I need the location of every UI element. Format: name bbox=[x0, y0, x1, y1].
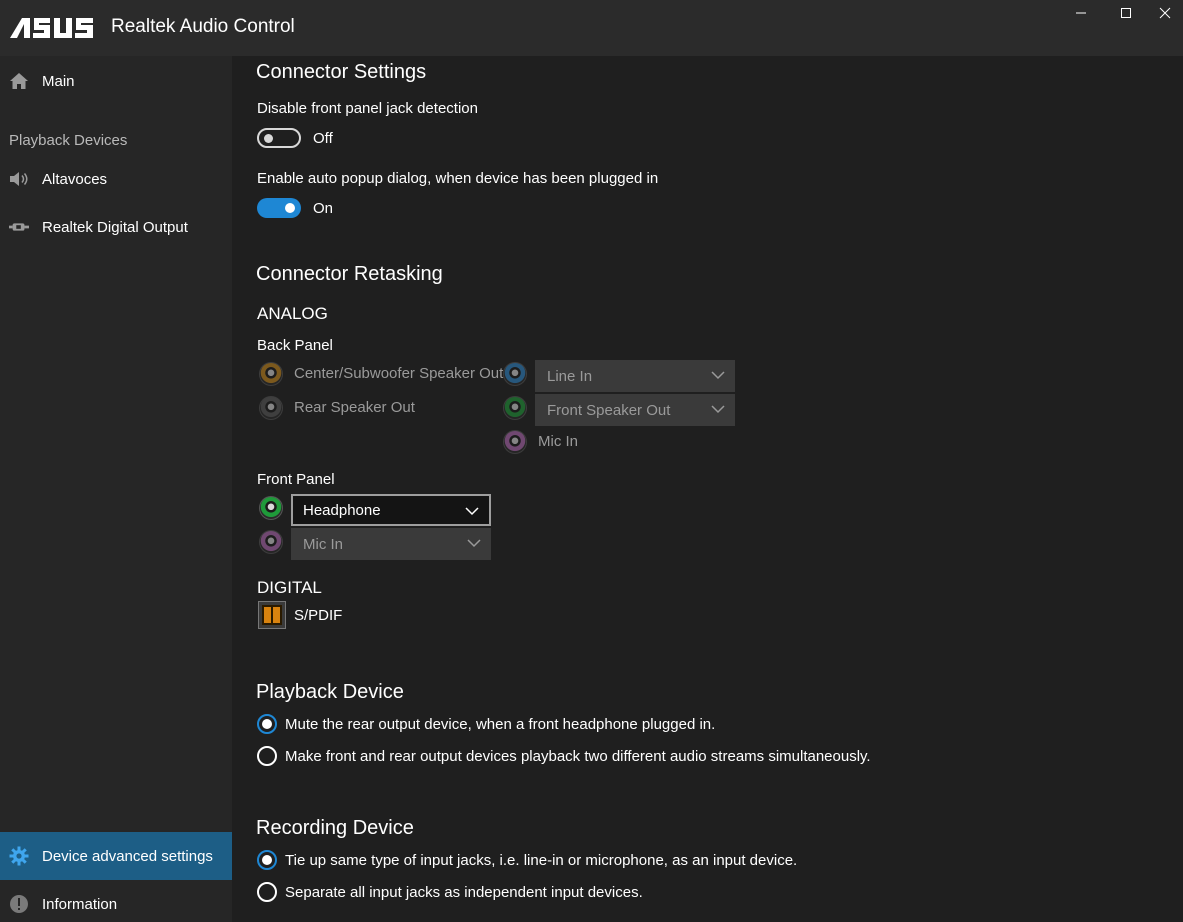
connector-retasking-title: Connector Retasking bbox=[256, 263, 443, 285]
sidebar-item-label: Main bbox=[42, 72, 75, 90]
digital-heading: DIGITAL bbox=[257, 578, 322, 597]
maximize-button[interactable] bbox=[1101, 0, 1151, 26]
separate-inputs-radio[interactable] bbox=[257, 882, 277, 902]
close-button[interactable] bbox=[1146, 0, 1183, 26]
asus-logo bbox=[10, 18, 93, 38]
front-speaker-out-select[interactable]: Front Speaker Out bbox=[535, 394, 735, 426]
front-jack-detection-toggle[interactable] bbox=[257, 128, 301, 148]
jack-mic-in-label: Mic In bbox=[538, 433, 579, 450]
sidebar-item-main[interactable]: Main bbox=[0, 57, 232, 105]
minimize-icon bbox=[1076, 12, 1086, 14]
separate-inputs-label: Separate all input jacks as independent … bbox=[285, 884, 643, 901]
front-jack-detection-label: Disable front panel jack detection bbox=[257, 100, 478, 117]
close-icon bbox=[1159, 7, 1170, 19]
speaker-icon bbox=[9, 169, 29, 189]
maximize-icon bbox=[1121, 8, 1131, 18]
sidebar-item-realtek-digital-output[interactable]: Realtek Digital Output bbox=[0, 203, 232, 251]
auto-popup-label: Enable auto popup dialog, when device ha… bbox=[257, 170, 659, 187]
back-panel-heading: Back Panel bbox=[257, 337, 333, 354]
front-mic-in-select[interactable]: Mic In bbox=[291, 528, 491, 560]
auto-popup-state: On bbox=[313, 200, 334, 217]
digital-output-icon bbox=[9, 217, 29, 237]
recording-device-title: Recording Device bbox=[256, 817, 414, 839]
sidebar-item-device-advanced-settings[interactable]: Device advanced settings bbox=[0, 832, 232, 880]
line-in-select[interactable]: Line In bbox=[535, 360, 735, 392]
playback-device-title: Playback Device bbox=[256, 681, 404, 703]
info-icon bbox=[9, 894, 29, 914]
sidebar-item-label: Altavoces bbox=[42, 170, 108, 188]
jack-black-icon bbox=[259, 396, 283, 420]
front-jack-detection-state: Off bbox=[313, 130, 333, 147]
headphone-select[interactable]: Headphone bbox=[291, 494, 491, 526]
toggle-knob bbox=[264, 134, 273, 143]
auto-popup-toggle[interactable] bbox=[257, 198, 301, 218]
chevron-down-icon bbox=[465, 507, 479, 516]
mute-rear-label: Mute the rear output device, when a fron… bbox=[285, 716, 716, 733]
mute-rear-radio[interactable] bbox=[257, 714, 277, 734]
jack-pink-icon bbox=[259, 530, 283, 554]
select-value: Mic In bbox=[303, 535, 344, 553]
chevron-down-icon bbox=[711, 405, 725, 414]
jack-orange-icon bbox=[259, 362, 283, 386]
playback-devices-heading: Playback Devices bbox=[9, 132, 128, 149]
jack-pink-icon bbox=[503, 430, 527, 454]
two-streams-label: Make front and rear output devices playb… bbox=[285, 748, 871, 765]
title-bar: Realtek Audio Control bbox=[0, 0, 1183, 56]
minimize-button[interactable] bbox=[1056, 0, 1106, 26]
gear-icon bbox=[9, 846, 29, 866]
home-icon bbox=[9, 71, 29, 91]
spdif-label: S/PDIF bbox=[294, 607, 343, 624]
select-value: Front Speaker Out bbox=[547, 401, 671, 419]
select-value: Line In bbox=[547, 367, 593, 385]
tie-up-inputs-label: Tie up same type of input jacks, i.e. li… bbox=[285, 852, 798, 869]
analog-heading: ANALOG bbox=[257, 304, 328, 323]
chevron-down-icon bbox=[711, 371, 725, 380]
spdif-icon bbox=[258, 601, 286, 629]
jack-rear-speaker-label: Rear Speaker Out bbox=[294, 399, 415, 416]
jack-green-icon bbox=[259, 496, 283, 520]
select-value: Headphone bbox=[303, 501, 381, 519]
main-content: Connector Settings Disable front panel j… bbox=[232, 56, 1183, 922]
chevron-down-icon bbox=[467, 539, 481, 548]
sidebar-item-altavoces[interactable]: Altavoces bbox=[0, 155, 232, 203]
two-streams-radio[interactable] bbox=[257, 746, 277, 766]
jack-center-subwoofer-label: Center/Subwoofer Speaker Out bbox=[294, 365, 504, 382]
app-title: Realtek Audio Control bbox=[111, 16, 295, 37]
jack-green-icon bbox=[503, 396, 527, 420]
connector-settings-title: Connector Settings bbox=[256, 61, 427, 83]
front-panel-heading: Front Panel bbox=[257, 471, 335, 488]
sidebar-item-label: Device advanced settings bbox=[42, 847, 213, 865]
toggle-knob bbox=[285, 203, 295, 213]
sidebar-item-label: Information bbox=[42, 895, 118, 913]
sidebar-item-label: Realtek Digital Output bbox=[42, 218, 188, 236]
tie-up-inputs-radio[interactable] bbox=[257, 850, 277, 870]
sidebar: Main Playback Devices Altavoces Realtek … bbox=[0, 56, 232, 922]
jack-blue-icon bbox=[503, 362, 527, 386]
sidebar-item-information[interactable]: Information bbox=[0, 880, 232, 922]
